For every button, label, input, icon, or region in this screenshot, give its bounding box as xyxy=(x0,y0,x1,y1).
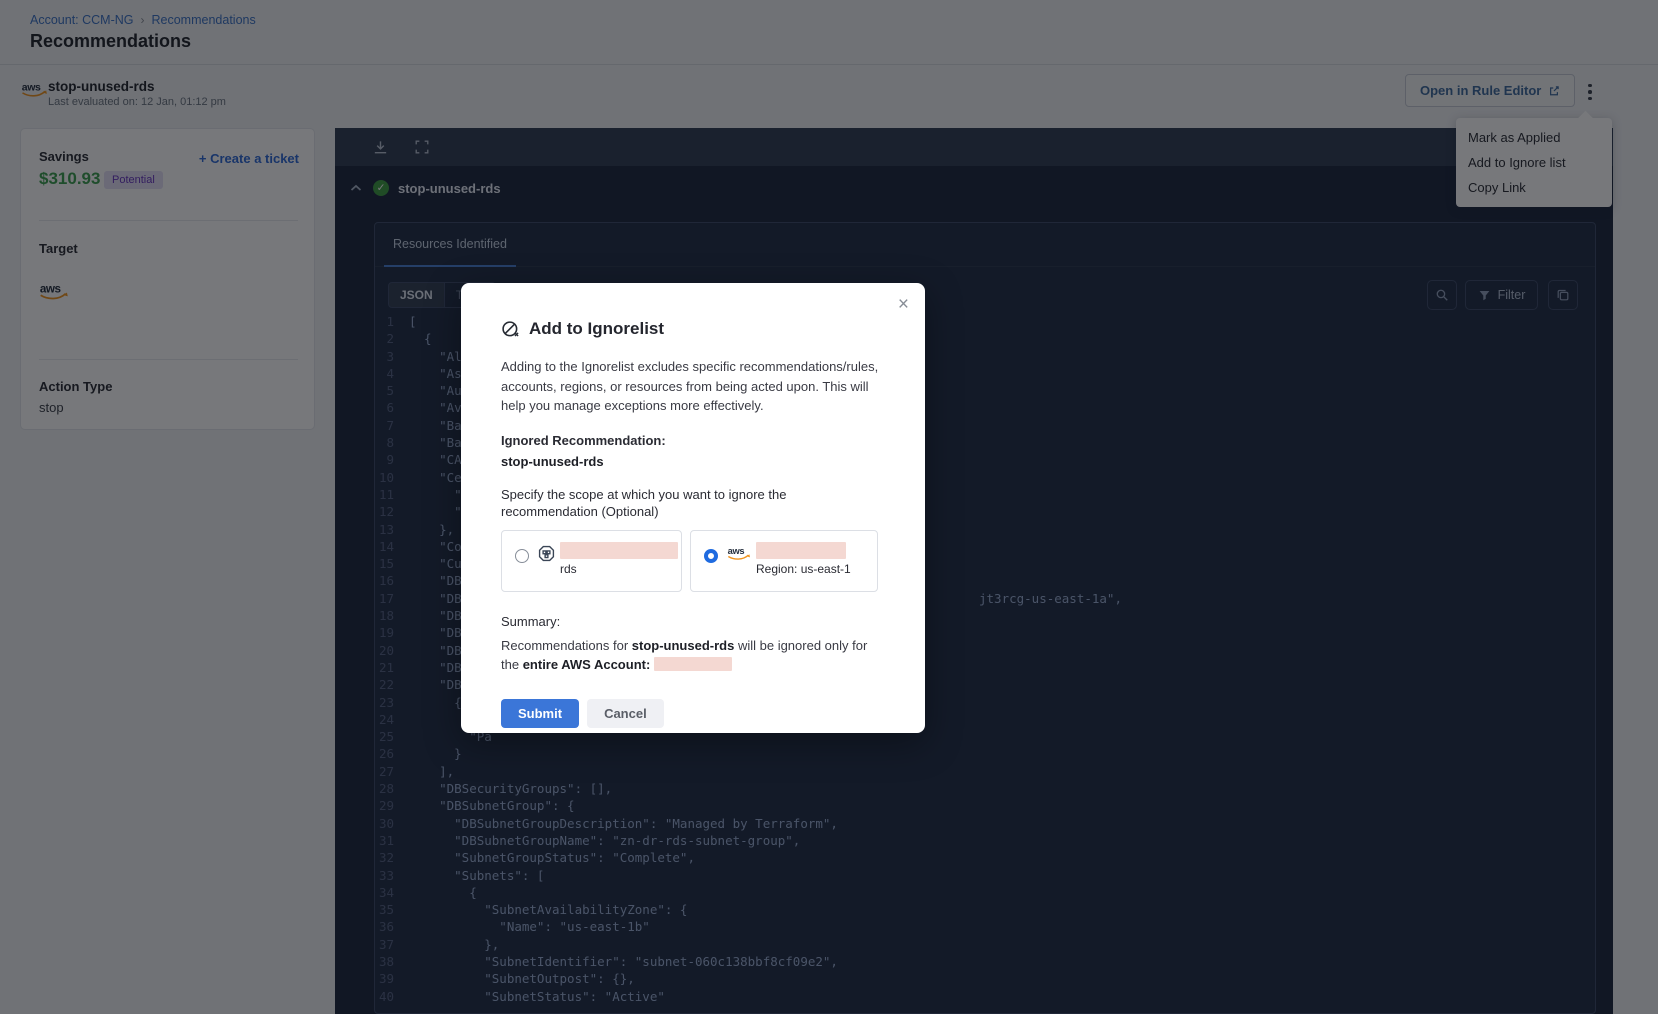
add-to-ignorelist-modal: × Add to Ignorelist Adding to the Ignore… xyxy=(461,283,925,733)
ignored-recommendation-label: Ignored Recommendation: xyxy=(501,433,885,448)
summary-text: Recommendations for stop-unused-rds will… xyxy=(501,636,885,675)
ignore-icon xyxy=(501,320,520,339)
redacted-account-id xyxy=(756,542,846,559)
modal-title: Add to Ignorelist xyxy=(529,319,664,339)
scope-label: Specify the scope at which you want to i… xyxy=(501,486,885,521)
radio-resource[interactable] xyxy=(515,549,529,563)
close-icon[interactable]: × xyxy=(898,295,909,314)
scope-option-resource[interactable]: rds xyxy=(501,530,682,592)
cancel-button[interactable]: Cancel xyxy=(587,699,664,728)
scope-option-label: rds xyxy=(560,562,678,576)
resource-icon xyxy=(538,545,555,562)
redacted-resource-id xyxy=(560,542,678,559)
submit-button[interactable]: Submit xyxy=(501,699,579,728)
ignored-recommendation-value: stop-unused-rds xyxy=(501,454,885,469)
modal-description: Adding to the Ignorelist excludes specif… xyxy=(501,357,885,416)
svg-text:aws: aws xyxy=(728,546,745,556)
redacted-account-id xyxy=(654,657,732,671)
aws-logo: aws xyxy=(727,545,751,562)
radio-account[interactable] xyxy=(704,549,718,563)
scope-option-label: Region: us-east-1 xyxy=(756,562,851,576)
summary-label: Summary: xyxy=(501,614,885,629)
scope-option-account[interactable]: aws Region: us-east-1 xyxy=(690,530,878,592)
